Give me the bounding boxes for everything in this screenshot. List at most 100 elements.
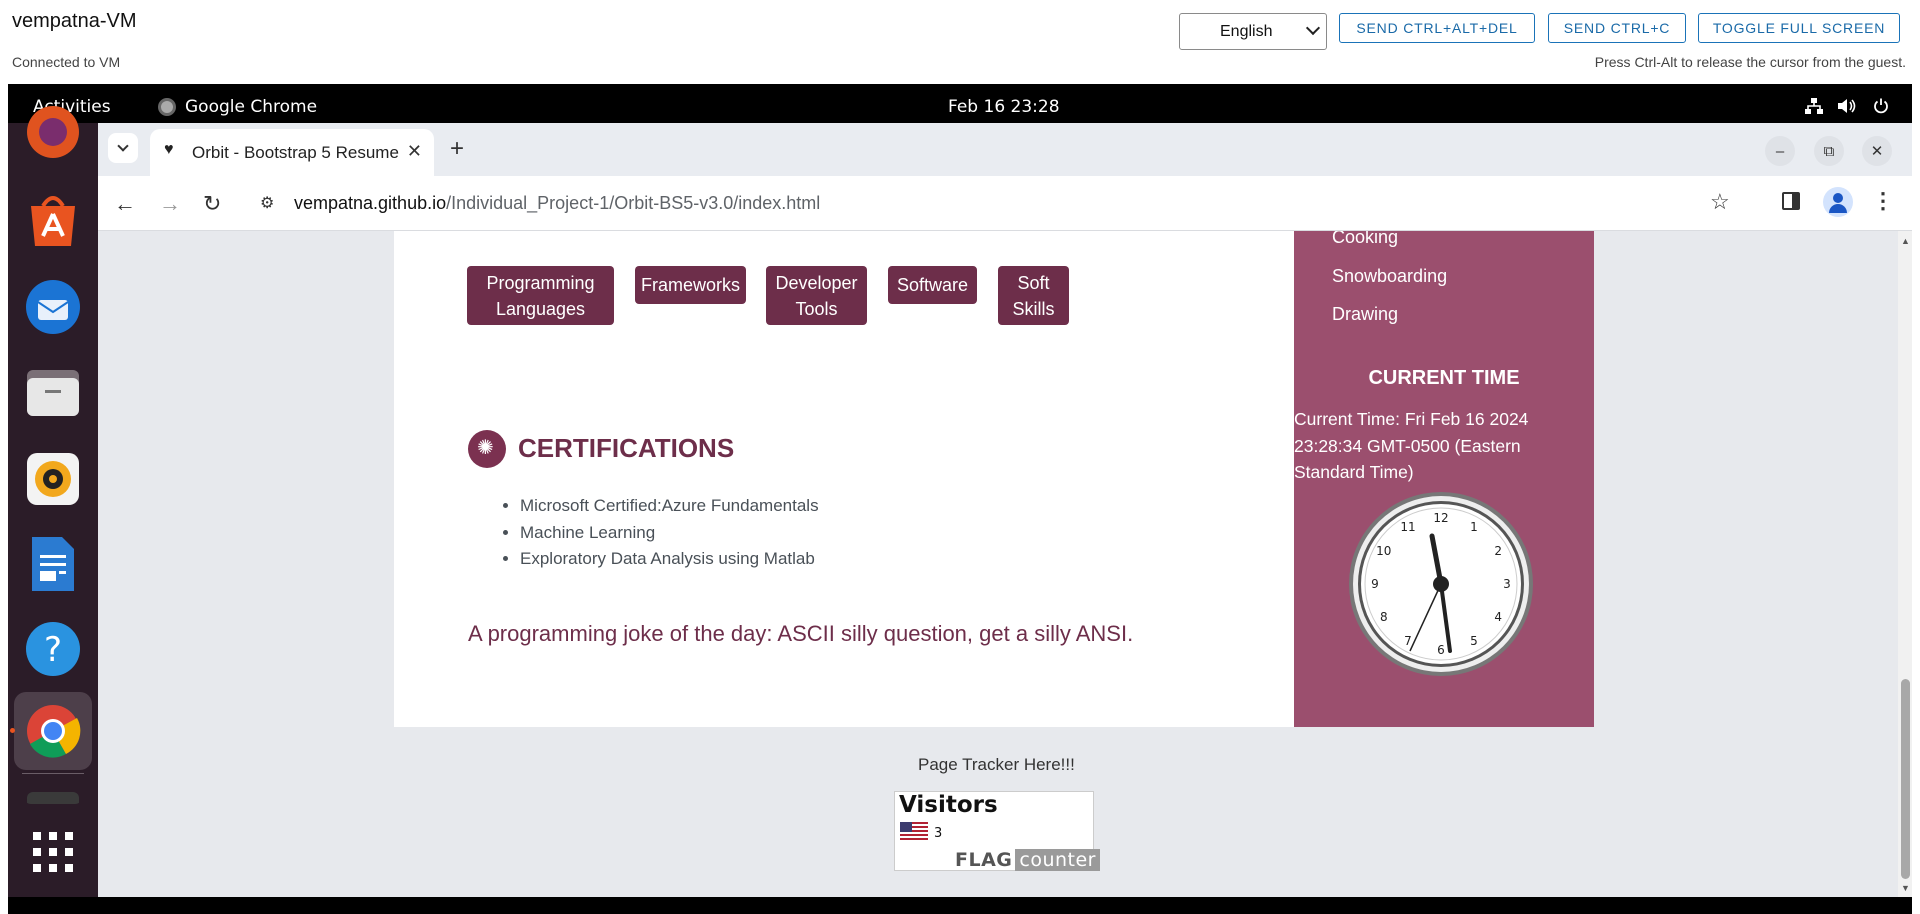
app-center-icon[interactable] (24, 191, 82, 249)
clock-numeral: 10 (1376, 544, 1391, 558)
svg-text:?: ? (44, 630, 62, 670)
files-icon[interactable] (24, 363, 82, 421)
resume-main-card: Programming Languages Frameworks Develope… (394, 231, 1294, 727)
skill-label-line2: Languages (495, 298, 586, 319)
chrome-toolbar: ← → ↻ ⚙ vempatna.github.io/Individual_Pr… (98, 176, 1912, 231)
skill-label: Frameworks (640, 275, 740, 295)
scrollbar-thumb[interactable] (1901, 679, 1910, 879)
flag-counter-widget[interactable]: Visitors 3 FLAG counter (894, 791, 1100, 871)
flag-counter-logo-part1: FLAG (955, 849, 1013, 871)
send-ctrl-alt-del-button[interactable]: SEND CTRL+ALT+DEL (1339, 13, 1535, 43)
skill-label-line2: Skills (1012, 298, 1055, 319)
address-bar[interactable]: ⚙ vempatna.github.io/Individual_Project-… (240, 183, 1750, 224)
skill-label: Software (896, 275, 969, 295)
hobby-item: Snowboarding (1332, 266, 1448, 286)
page-tracker-label: Page Tracker Here!!! (918, 755, 1075, 774)
profile-avatar-icon[interactable] (1823, 187, 1853, 217)
skill-programming-languages-button[interactable]: Programming Languages (467, 266, 614, 325)
gnome-top-bar: Activities Google Chrome Feb 16 23:28 (8, 90, 1912, 123)
skill-label-line1: Developer (775, 272, 858, 293)
reload-icon[interactable]: ↻ (203, 191, 221, 217)
language-select-value: English (1220, 22, 1273, 40)
language-select[interactable]: English (1179, 13, 1327, 50)
page-viewport[interactable]: Programming Languages Frameworks Develope… (98, 231, 1912, 897)
vm-connection-status: Connected to VM (12, 54, 121, 70)
hobby-item: Cooking (1332, 231, 1399, 247)
skill-label-line1: Soft (1017, 272, 1050, 293)
page-scrollbar[interactable]: ▲ ▼ (1898, 231, 1912, 897)
dock-separator (22, 773, 84, 774)
clock-numeral: 3 (1503, 577, 1511, 591)
url-path: /Individual_Project-1/Orbit-BS5-v3.0/ind… (446, 193, 821, 213)
close-tab-icon[interactable]: ✕ (407, 141, 422, 162)
list-item: Exploratory Data Analysis using Matlab (520, 546, 819, 573)
help-icon[interactable]: ? (24, 620, 82, 678)
resume-sidebar: Cooking Snowboarding Drawing CURRENT TIM… (1294, 231, 1594, 727)
tab-search-button[interactable] (108, 133, 138, 163)
current-time-heading: CURRENT TIME (1368, 367, 1520, 389)
clock-numeral: 6 (1437, 643, 1445, 657)
new-tab-button[interactable]: + (450, 135, 464, 163)
site-info-icon[interactable]: ⚙ (260, 193, 274, 213)
chrome-icon (158, 98, 176, 116)
analog-clock: 121234567891011 (1349, 492, 1533, 676)
chrome-icon[interactable] (24, 702, 82, 760)
send-ctrl-c-button[interactable]: SEND CTRL+C (1548, 13, 1686, 43)
clock-datetime[interactable]: Feb 16 23:28 (948, 97, 1060, 117)
minimize-button[interactable]: – (1765, 136, 1795, 166)
scroll-down-arrow[interactable]: ▼ (1901, 883, 1910, 893)
app-menu[interactable]: Google Chrome (185, 97, 317, 117)
certifications-heading: CERTIFICATIONS (518, 433, 735, 463)
writer-icon[interactable] (24, 535, 82, 593)
clock-numeral: 8 (1380, 610, 1388, 624)
clock-numeral: 7 (1404, 634, 1412, 648)
close-window-button[interactable]: ✕ (1862, 136, 1892, 166)
current-time-text: Current Time: Fri Feb 16 2024 23:28:34 G… (1294, 409, 1529, 482)
clock-numeral: 9 (1371, 577, 1379, 591)
power-icon[interactable] (1873, 98, 1889, 118)
skill-soft-skills-button[interactable]: Soft Skills (998, 266, 1069, 325)
restore-button[interactable]: ⧉ (1814, 136, 1844, 166)
app-grid-icon[interactable] (24, 823, 82, 881)
vm-title: vempatna-VM (12, 10, 137, 32)
rhythmbox-icon[interactable] (24, 450, 82, 508)
chevron-down-icon (1305, 20, 1321, 36)
skill-developer-tools-button[interactable]: Developer Tools (766, 266, 867, 325)
bookmark-star-icon[interactable]: ☆ (1710, 189, 1730, 215)
toggle-full-screen-button[interactable]: TOGGLE FULL SCREEN (1698, 13, 1900, 43)
joke-of-the-day: A programming joke of the day: ASCII sil… (468, 621, 1134, 646)
chevron-down-icon (117, 140, 129, 152)
list-item: Machine Learning (520, 520, 819, 547)
scroll-up-arrow[interactable]: ▲ (1901, 236, 1910, 246)
ubuntu-dock: ? (8, 106, 98, 897)
forward-icon[interactable]: → (159, 191, 181, 217)
vm-console-header: vempatna-VM Connected to VM English SEND… (0, 0, 1920, 84)
flag-counter-logo-part2: counter (1015, 849, 1100, 871)
certifications-list: Microsoft Certified:Azure Fundamentals M… (498, 493, 819, 573)
side-panel-icon[interactable] (1782, 192, 1800, 210)
hobby-item: Drawing (1332, 304, 1399, 324)
tab-orbit[interactable]: ♥ Orbit - Bootstrap 5 Resume ✕ (150, 129, 434, 176)
skill-frameworks-button[interactable]: Frameworks (635, 266, 746, 304)
skill-label-line2: Tools (795, 298, 838, 319)
chrome-tab-strip: ♥ Orbit - Bootstrap 5 Resume ✕ + – ⧉ ✕ (98, 123, 1912, 176)
tab-title: Orbit - Bootstrap 5 Resume (192, 143, 399, 162)
url-text: vempatna.github.io/Individual_Project-1/… (294, 193, 820, 214)
flag-counter-logo: FLAG counter (929, 849, 1100, 871)
visitor-count: 3 (934, 826, 943, 841)
thunderbird-icon[interactable] (24, 278, 82, 336)
running-indicator (10, 728, 15, 733)
terminal-icon[interactable] (24, 790, 82, 804)
back-icon[interactable]: ← (114, 191, 136, 217)
network-icon[interactable] (1805, 98, 1823, 118)
skill-software-button[interactable]: Software (888, 266, 977, 304)
clock-numeral: 2 (1494, 544, 1502, 558)
list-item: Microsoft Certified:Azure Fundamentals (520, 493, 819, 520)
volume-icon[interactable] (1837, 98, 1857, 118)
us-flag-icon (900, 822, 928, 840)
clock-numeral: 11 (1400, 520, 1415, 534)
heart-icon: ♥ (164, 141, 174, 158)
firefox-icon[interactable] (24, 103, 82, 161)
chrome-menu-icon[interactable]: ⋮ (1872, 188, 1894, 214)
clock-numeral: 12 (1433, 511, 1448, 525)
